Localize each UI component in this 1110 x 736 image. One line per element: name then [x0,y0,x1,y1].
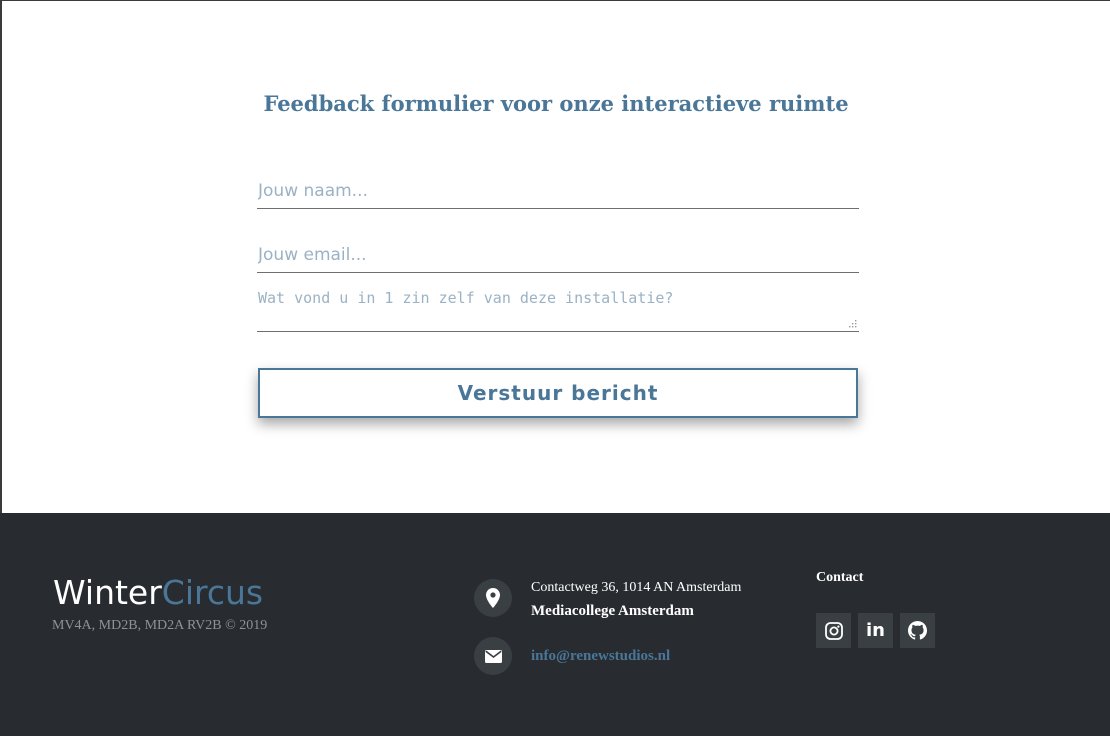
linkedin-icon: in [866,619,885,641]
message-textarea[interactable] [257,289,859,332]
logo: WinterCircus [53,573,263,613]
resize-grip-icon[interactable] [848,319,857,328]
github-icon [908,621,927,640]
linkedin-button[interactable]: in [858,613,893,648]
name-input[interactable] [257,173,859,209]
form-title: Feedback formulier voor onze interactiev… [263,91,849,116]
address-line: Contactweg 36, 1014 AN Amsterdam [531,580,742,595]
instagram-icon [824,621,843,640]
contact-heading: Contact [816,570,864,585]
submit-button[interactable]: Verstuur bericht [258,368,858,418]
footer: WinterCircus MV4A, MD2B, MD2A RV2B © 201… [0,513,1110,736]
address-name: Mediacollege Amsterdam [531,603,694,619]
feedback-section: Feedback formulier voor onze interactiev… [0,0,1110,513]
github-button[interactable] [900,613,935,648]
logo-part-circus: Circus [161,573,264,612]
email-input[interactable] [257,237,859,273]
logo-part-winter: Winter [53,573,162,612]
location-pin-icon [474,579,512,617]
envelope-icon [474,637,512,675]
copyright-text: MV4A, MD2B, MD2A RV2B © 2019 [52,618,268,633]
instagram-button[interactable] [816,613,851,648]
email-link[interactable]: info@renewstudios.nl [531,648,670,665]
